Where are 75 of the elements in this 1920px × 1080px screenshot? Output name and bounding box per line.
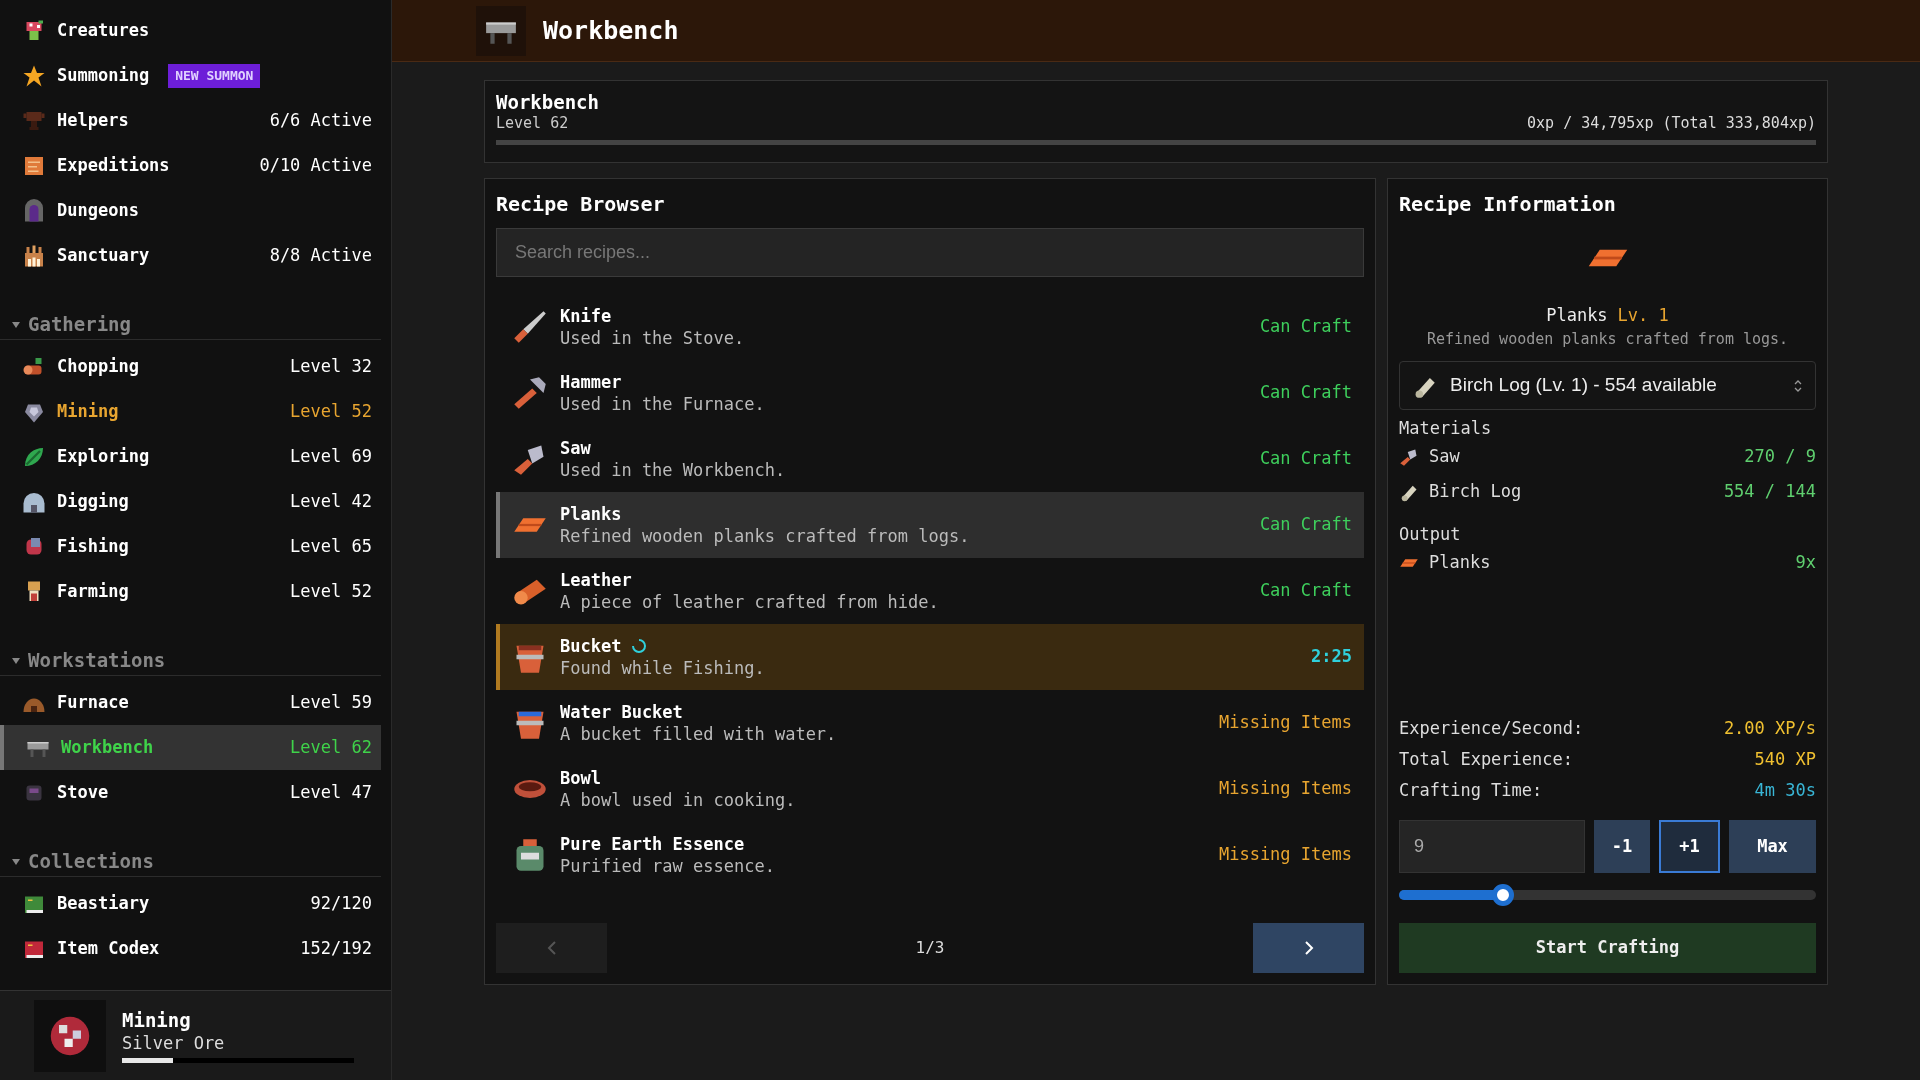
section-header[interactable]: Workstations <box>0 646 381 676</box>
station-level: Level 62 <box>496 113 569 133</box>
sidebar-item[interactable]: Creatures <box>0 8 381 53</box>
section-header[interactable]: Collections <box>0 847 381 877</box>
sidebar-item[interactable]: Stove Level 47 <box>0 770 381 815</box>
quantity-button[interactable]: -1 <box>1594 820 1650 873</box>
sidebar-item[interactable]: Chopping Level 32 <box>0 344 381 389</box>
sidebar-item[interactable]: Item Codex 152/192 <box>0 926 381 971</box>
section-header[interactable]: Gathering <box>0 310 381 340</box>
slider-thumb[interactable] <box>1492 884 1515 906</box>
sidebar-item[interactable]: Dungeons <box>0 188 381 233</box>
station-name: Workbench <box>496 91 600 113</box>
item-name: Saw <box>1429 444 1460 468</box>
quantity-button[interactable]: Max <box>1729 820 1816 873</box>
item-name: Birch Log <box>1429 479 1522 503</box>
item-amount: 9x <box>1795 550 1816 574</box>
material-select[interactable]: Birch Log (Lv. 1) - 554 available <box>1399 361 1816 410</box>
recipe-level: Lv. 1 <box>1617 304 1669 326</box>
stat-label: Experience/Second: <box>1399 716 1584 740</box>
section-label: Output <box>1399 523 1462 545</box>
recipe-row[interactable]: Knife Used in the Stove. Can Craft <box>496 294 1364 360</box>
page-indicator: 1/3 <box>915 937 945 959</box>
stat-value: 4m 30s <box>1754 778 1816 802</box>
activity-item: Silver Ore <box>122 1032 226 1054</box>
stat-value: 540 XP <box>1754 747 1816 771</box>
archway-icon <box>22 198 46 223</box>
stat-label: Crafting Time: <box>1399 778 1543 802</box>
sidebar-item[interactable]: Fishing Level 65 <box>0 524 381 569</box>
sidebar-item[interactable]: Sanctuary 8/8 Active <box>0 233 381 278</box>
caret-icon <box>12 857 20 866</box>
recipe-row[interactable]: Leather A piece of leather crafted from hide. Can Craft <box>496 558 1364 624</box>
sidebar-item[interactable]: Exploring Level 69 <box>0 434 381 479</box>
recipe-row[interactable]: Planks Refined wooden planks crafted from logs. Can Craft <box>496 492 1364 558</box>
recipe-row[interactable]: Pure Earth Essence Purified raw essence. Missing Items <box>496 822 1364 888</box>
start-crafting-button[interactable]: Start Crafting <box>1399 923 1816 973</box>
panel-title: Recipe Browser <box>496 191 666 218</box>
sidebar-item[interactable]: Workbench Level 62 <box>0 725 381 770</box>
recipe-description: Refined wooden planks crafted from logs. <box>1425 329 1790 349</box>
recipe-row[interactable]: Bowl A bowl used in cooking. Missing Items <box>496 756 1364 822</box>
quantity-slider[interactable] <box>1399 884 1816 906</box>
recipe-row[interactable]: Water Bucket A bucket filled with water. Missing Items <box>496 690 1364 756</box>
recipe-row[interactable]: Saw Used in the Workbench. Can Craft <box>496 426 1364 492</box>
activity-title: Mining <box>122 1008 192 1032</box>
caret-icon <box>12 320 20 329</box>
recipe-name: Planks <box>1546 304 1608 326</box>
knife-icon <box>512 309 548 345</box>
section-label: Materials <box>1399 417 1493 439</box>
hammer-icon <box>512 375 548 411</box>
recipe-row[interactable]: Hammer Used in the Furnace. Can Craft <box>496 360 1364 426</box>
sidebar-item[interactable]: Expeditions 0/10 Active <box>0 143 381 188</box>
sidebar-item[interactable]: Digging Level 42 <box>0 479 381 524</box>
xp-text: 0xp / 34,795xp (Total 333,804xp) <box>1527 113 1816 133</box>
sidebar-item[interactable]: Helpers 6/6 Active <box>0 98 381 143</box>
new-badge: NEW SUMMON <box>168 63 261 88</box>
quantity-field[interactable]: 9 <box>1399 820 1585 873</box>
sidebar-item[interactable]: Farming Level 52 <box>0 569 381 614</box>
item-amount: 554 / 144 <box>1723 479 1816 503</box>
sidebar-item[interactable]: Mining Level 52 <box>0 389 381 434</box>
quantity-button[interactable]: +1 <box>1659 820 1720 873</box>
item-amount: 270 / 9 <box>1744 444 1816 468</box>
panel-title: Recipe Information <box>1399 191 1617 218</box>
search-field[interactable]: Search recipes... <box>496 228 1364 277</box>
sidebar-item[interactable]: Beastiary 92/120 <box>0 881 381 926</box>
page-title: Workbench <box>543 14 679 47</box>
stat-label: Total Experience: <box>1399 747 1573 771</box>
stat-value: 2.00 XP/s <box>1723 716 1816 740</box>
sidebar-item[interactable]: Summoning NEW SUMMON <box>0 53 381 98</box>
castle-icon <box>22 243 46 268</box>
sidebar-item[interactable]: Furnace Level 59 <box>0 680 381 725</box>
caret-icon <box>12 656 20 665</box>
recipe-row[interactable]: Bucket Found while Fishing. 2:25 <box>496 624 1364 690</box>
chevron-right-icon <box>1303 940 1314 956</box>
spinner-icon <box>631 638 648 654</box>
chevron-left-icon <box>546 940 557 956</box>
item-name: Planks <box>1429 550 1491 574</box>
